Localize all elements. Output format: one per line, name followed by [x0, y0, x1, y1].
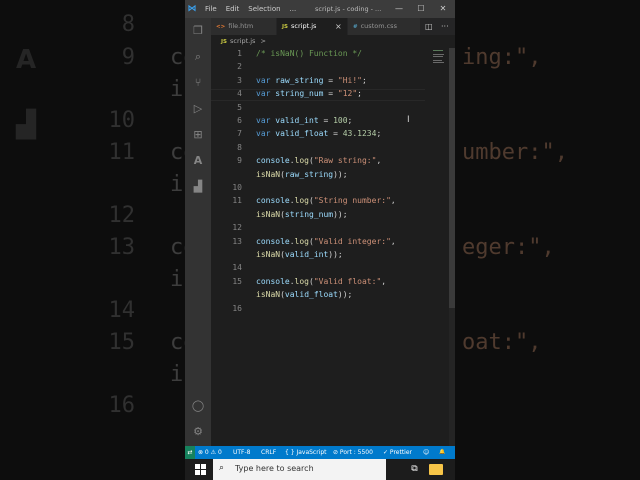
- code-editor[interactable]: 1 /* isNaN() Function */ 2 3 var raw_string …: [211, 48, 455, 446]
- code-line[interactable]: console.log("Raw string:",: [256, 156, 381, 165]
- js-file-icon: JS: [282, 24, 289, 30]
- explorer-icon[interactable]: ❐: [191, 24, 205, 38]
- tab-label: custom.css: [360, 22, 397, 30]
- line-number: 16: [232, 303, 242, 313]
- code-line-wrapped[interactable]: isNaN(string_num));: [256, 210, 348, 219]
- minimize-button[interactable]: —: [388, 0, 410, 18]
- line-number: 10: [232, 183, 242, 192]
- code-line[interactable]: console.log("String number:",: [256, 196, 396, 205]
- breadcrumb[interactable]: JS script.js >: [211, 35, 455, 48]
- mouse-ibeam-cursor: I: [407, 115, 410, 125]
- language-mode[interactable]: { } JavaScript: [285, 446, 327, 459]
- line-number: 12: [232, 223, 242, 233]
- vertical-scrollbar-thumb[interactable]: [449, 48, 455, 308]
- tab-label: script.js: [291, 22, 317, 30]
- menu-selection[interactable]: Selection: [248, 5, 280, 13]
- maximize-button[interactable]: ☐: [410, 0, 432, 18]
- extensions-icon[interactable]: ⊞: [191, 128, 205, 142]
- menu-edit[interactable]: Edit: [226, 5, 240, 13]
- line-number: 13: [232, 236, 242, 246]
- problems-indicator[interactable]: ⊗ 0 ⚠ 0: [198, 446, 222, 459]
- windows-start-icon[interactable]: [195, 464, 206, 475]
- code-line[interactable]: /* isNaN() Function */: [256, 49, 362, 58]
- code-line-wrapped[interactable]: isNaN(valid_float));: [256, 290, 352, 299]
- editor-tabs: <> file.htm JS script.js × # custom.css ◫ ·…: [211, 18, 455, 35]
- line-number: 15: [232, 276, 242, 286]
- eol-indicator[interactable]: CRLF: [261, 446, 276, 459]
- window-title: script.js - coding - ...: [315, 5, 382, 13]
- feedback-icon[interactable]: ☺: [423, 446, 429, 459]
- line-number: 5: [237, 102, 242, 112]
- line-number: 7: [237, 129, 242, 139]
- code-line[interactable]: console.log("Valid integer:",: [256, 237, 396, 246]
- line-number: 3: [237, 75, 242, 85]
- tab-script-js[interactable]: JS script.js ×: [277, 18, 347, 35]
- breadcrumb-file[interactable]: script.js: [230, 37, 255, 45]
- live-server-port[interactable]: ⊘ Port : 5500: [333, 446, 373, 459]
- vscode-logo-icon: ⋈: [187, 4, 197, 14]
- line-number: 8: [237, 142, 242, 152]
- status-bar: ⇄ ⊗ 0 ⚠ 0 UTF-8 CRLF { } JavaScript ⊘ Po…: [185, 446, 455, 459]
- html-file-icon: <>: [216, 24, 226, 30]
- breadcrumb-separator: >: [260, 37, 266, 45]
- close-window-button[interactable]: ✕: [432, 0, 454, 18]
- remote-indicator-icon[interactable]: ⇄: [185, 446, 195, 459]
- docker-icon[interactable]: ▟: [191, 180, 205, 194]
- search-icon: ⌕: [219, 463, 225, 473]
- file-explorer-icon[interactable]: [429, 464, 443, 475]
- code-line[interactable]: var valid_float = 43.1234;: [256, 129, 381, 138]
- code-line[interactable]: var raw_string = "Hi!";: [256, 76, 367, 85]
- line-number: 4: [237, 89, 242, 99]
- tab-label: file.htm: [228, 22, 254, 30]
- settings-gear-icon[interactable]: ⚙: [191, 425, 205, 439]
- css-file-icon: #: [353, 24, 358, 30]
- prettier-status[interactable]: ✓ Prettier: [383, 446, 412, 459]
- tab-file-htm[interactable]: <> file.htm: [211, 18, 276, 35]
- js-file-icon: JS: [221, 39, 228, 45]
- vscode-window: ⋈ File Edit Selection ... script.js - co…: [185, 0, 455, 480]
- close-tab-icon[interactable]: ×: [335, 18, 342, 35]
- source-control-icon[interactable]: ⑂: [191, 76, 205, 90]
- split-editor-icon[interactable]: ◫: [425, 18, 433, 35]
- line-number: 2: [237, 62, 242, 72]
- search-placeholder: Type here to search: [235, 464, 314, 473]
- code-line-wrapped[interactable]: isNaN(raw_string));: [256, 170, 348, 179]
- line-number: 1: [237, 49, 242, 58]
- code-line[interactable]: var string_num = "12";: [256, 89, 362, 98]
- account-icon[interactable]: ◯: [191, 399, 205, 413]
- line-number: 9: [237, 156, 242, 166]
- title-bar: ⋈ File Edit Selection ... script.js - co…: [185, 0, 455, 18]
- code-line[interactable]: console.log("Valid float:",: [256, 277, 386, 286]
- taskbar-search-box[interactable]: ⌕ Type here to search: [213, 459, 386, 480]
- more-actions-icon[interactable]: ···: [441, 18, 449, 35]
- encoding-indicator[interactable]: UTF-8: [233, 446, 251, 459]
- activity-bar: ❐ ⌕ ⑂ ▷ ⊞ A ▟ ◯ ⚙: [185, 18, 211, 446]
- line-number: 11: [232, 196, 242, 206]
- search-icon[interactable]: ⌕: [191, 50, 205, 64]
- code-line[interactable]: var valid_int = 100;: [256, 116, 352, 125]
- windows-taskbar: ⌕ Type here to search ⧉: [185, 459, 455, 480]
- line-number: 6: [237, 116, 242, 125]
- line-number: 14: [232, 263, 242, 273]
- azure-icon[interactable]: A: [191, 154, 205, 168]
- menu-more[interactable]: ...: [290, 5, 297, 13]
- menu-file[interactable]: File: [205, 5, 217, 13]
- minimap[interactable]: [433, 50, 447, 68]
- run-debug-icon[interactable]: ▷: [191, 102, 205, 116]
- code-line-wrapped[interactable]: isNaN(valid_int));: [256, 250, 343, 259]
- tab-custom-css[interactable]: # custom.css: [348, 18, 420, 35]
- notifications-bell-icon[interactable]: 🔔: [439, 446, 445, 459]
- task-view-icon[interactable]: ⧉: [408, 463, 421, 476]
